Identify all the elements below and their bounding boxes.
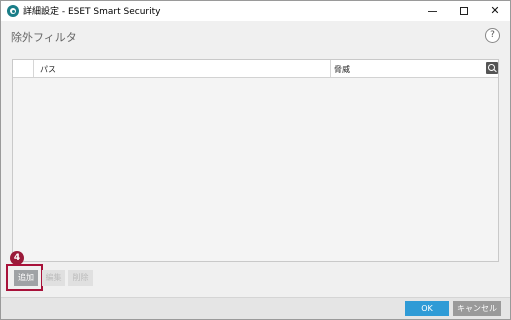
search-icon[interactable]: [486, 62, 498, 74]
close-icon: ✕: [490, 4, 500, 17]
settings-window: 詳細設定 - ESET Smart Security ✕ 除外フィルタ ? パス…: [0, 0, 511, 320]
table-header: パス 脅威: [13, 60, 498, 78]
minimize-button[interactable]: [417, 1, 447, 21]
window-title: 詳細設定 - ESET Smart Security: [23, 7, 161, 17]
minimize-icon: [427, 10, 437, 12]
cancel-button[interactable]: キャンセル: [453, 301, 501, 316]
page-header: 除外フィルタ ?: [1, 21, 510, 51]
column-header-path[interactable]: パス: [40, 64, 56, 75]
maximize-icon: [460, 7, 468, 15]
maximize-button[interactable]: [449, 1, 479, 21]
ok-button[interactable]: OK: [405, 301, 449, 316]
column-divider[interactable]: [330, 60, 331, 77]
select-column-header[interactable]: [13, 60, 34, 77]
page-title: 除外フィルタ: [11, 31, 77, 44]
delete-button[interactable]: 削除: [68, 270, 93, 286]
column-header-threat[interactable]: 脅威: [334, 64, 350, 75]
step-marker: 4: [10, 251, 24, 265]
help-icon[interactable]: ?: [485, 28, 500, 43]
edit-button[interactable]: 編集: [42, 270, 65, 286]
eset-logo-icon: [7, 5, 19, 17]
title-bar: 詳細設定 - ESET Smart Security ✕: [1, 1, 510, 21]
add-button[interactable]: 追加: [14, 270, 38, 286]
exclusions-table: パス 脅威: [12, 59, 499, 262]
close-button[interactable]: ✕: [480, 1, 510, 21]
